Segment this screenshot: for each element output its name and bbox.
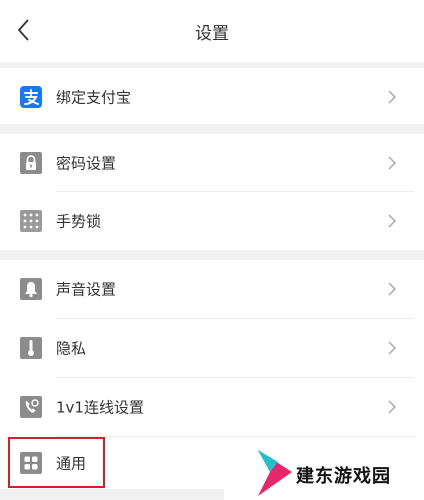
settings-item-label: 手势锁 [56,212,102,231]
settings-item-label: 声音设置 [56,280,117,299]
watermark: 建东游戏园 [256,448,424,500]
call-icon [20,396,42,418]
bell-icon [20,278,42,300]
section-gap [0,124,424,134]
alipay-icon [20,86,42,108]
settings-item-password[interactable]: 密码设置 [0,134,424,192]
page-title: 设置 [195,24,229,44]
chevron-right-icon [388,90,397,104]
chevron-right-icon [388,400,397,414]
settings-item-label: 隐私 [56,339,87,358]
settings-item-label: 绑定支付宝 [56,88,132,107]
privacy-icon [20,337,42,359]
settings-item-sound[interactable]: 声音设置 [0,260,424,318]
chevron-right-icon [388,282,397,296]
chevron-right-icon [388,156,397,170]
highlight-box [8,437,105,488]
settings-item-gesture-lock[interactable]: 手势锁 [0,192,424,250]
settings-item-alipay[interactable]: 绑定支付宝 [0,68,424,126]
section-gap [0,489,224,500]
chevron-right-icon [388,341,397,355]
section-gap [0,250,424,260]
watermark-logo-icon [258,450,292,496]
watermark-text: 建东游戏园 [296,466,391,487]
settings-item-1v1-call[interactable]: 1v1连线设置 [0,378,424,436]
chevron-right-icon [388,214,397,228]
top-bar: 设置 [0,0,424,62]
settings-item-privacy[interactable]: 隐私 [0,319,424,377]
gesture-grid-icon [20,210,42,232]
settings-item-label: 密码设置 [56,154,117,173]
lock-icon [20,152,42,174]
settings-item-label: 1v1连线设置 [56,398,144,417]
